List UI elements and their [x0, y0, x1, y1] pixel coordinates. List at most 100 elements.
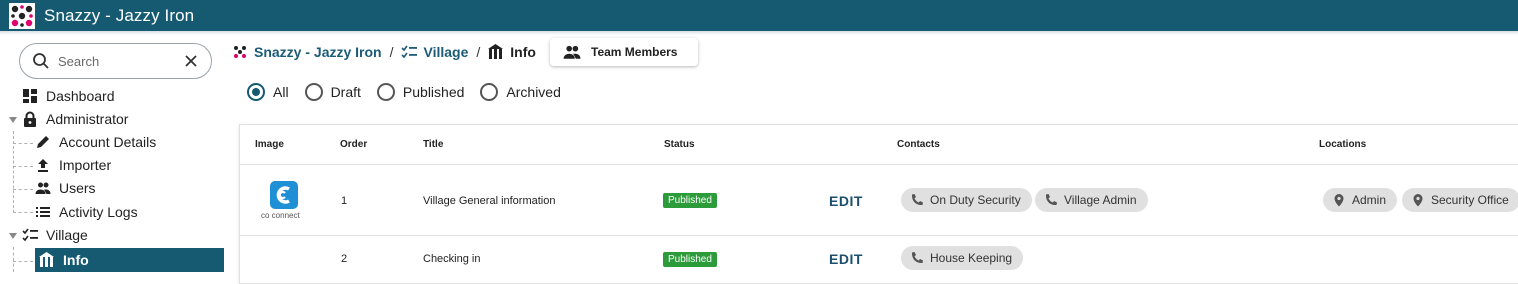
dashboard-icon [23, 89, 37, 103]
breadcrumb-separator: / [476, 44, 481, 60]
chip-label: Admin [1352, 193, 1387, 207]
sidebar-item-info[interactable]: Info [35, 248, 224, 272]
tree-connector [13, 212, 33, 213]
edit-button[interactable]: EDIT [829, 193, 863, 209]
location-chip[interactable]: Admin [1323, 188, 1398, 212]
sidebar-item-activity-logs[interactable]: Activity Logs [35, 201, 138, 223]
collapse-caret-icon[interactable] [9, 232, 17, 240]
search-input[interactable] [58, 53, 178, 69]
radio-selected-icon [247, 83, 265, 101]
breadcrumb-current: Info [488, 44, 536, 60]
topbar-shadow [0, 31, 1518, 35]
edit-button[interactable]: EDIT [829, 251, 863, 267]
sidebar-item-administrator[interactable]: Administrator [22, 108, 128, 130]
contact-chip[interactable]: House Keeping [901, 246, 1024, 270]
sidebar: Dashboard Administrator Account Details … [0, 35, 226, 272]
filter-label: Draft [330, 84, 361, 100]
sidebar-item-label: Administrator [46, 111, 129, 127]
sidebar-item-importer[interactable]: Importer [35, 154, 111, 176]
column-header-order[interactable]: Order [340, 139, 367, 150]
radio-unselected-icon [304, 83, 323, 101]
chip-label: House Keeping [930, 251, 1013, 265]
sidebar-item-dashboard[interactable]: Dashboard [22, 85, 115, 107]
people-icon [35, 182, 51, 194]
filter-label: Archived [506, 84, 561, 100]
collapse-caret-icon[interactable] [9, 116, 17, 124]
sidebar-item-label: Info [63, 252, 89, 268]
search-icon [33, 53, 49, 69]
tree-connector [13, 261, 33, 262]
column-header-contacts[interactable]: Contacts [897, 139, 940, 150]
row-title: Checking in [423, 253, 481, 265]
breadcrumb-root-label: Snazzy - Jazzy Iron [254, 44, 382, 60]
filter-radio-published[interactable]: Published [376, 83, 465, 101]
team-members-button[interactable]: Team Members [550, 38, 698, 66]
row-order: 1 [341, 195, 348, 207]
breadcrumb-village-link[interactable]: Village [401, 44, 468, 60]
breadcrumb-separator: / [389, 44, 394, 60]
tree-connector [13, 143, 33, 144]
filter-label: Published [402, 84, 465, 100]
breadcrumb-root-link[interactable]: Snazzy - Jazzy Iron [232, 44, 382, 60]
building-icon [488, 44, 504, 59]
pencil-icon [37, 136, 49, 148]
status-filter-group: All Draft Published Archived [247, 82, 577, 102]
sidebar-item-label: Importer [59, 157, 112, 173]
chip-label: On Duty Security [930, 193, 1021, 207]
location-chip[interactable]: Security Office [1402, 188, 1518, 212]
sidebar-item-label: Village [46, 227, 88, 243]
sidebar-item-users[interactable]: Users [35, 177, 96, 199]
column-header-locations[interactable]: Locations [1319, 139, 1366, 150]
breadcrumb-current-label: Info [510, 44, 536, 60]
contact-chip[interactable]: Village Admin [1035, 188, 1148, 212]
app-logo-icon [234, 46, 246, 58]
sidebar-item-label: Users [59, 180, 96, 196]
row-image: co connect [260, 181, 310, 221]
info-table: Image Order Title Status Contacts Locati… [239, 124, 1518, 284]
team-members-label: Team Members [591, 45, 678, 59]
sidebar-item-account-details[interactable]: Account Details [35, 131, 156, 153]
app-logo-icon [9, 2, 35, 29]
building-icon [39, 252, 54, 267]
location-pin-icon [1413, 194, 1423, 207]
column-header-title[interactable]: Title [423, 139, 443, 150]
image-caption: co connect [261, 211, 300, 220]
filter-radio-all[interactable]: All [247, 83, 289, 101]
checklist-icon [22, 228, 38, 242]
column-header-image[interactable]: Image [255, 139, 284, 150]
status-badge: Published [663, 193, 717, 208]
filter-label: All [273, 84, 289, 100]
list-icon [36, 207, 50, 217]
sidebar-item-label: Dashboard [46, 88, 115, 104]
location-pin-icon [1334, 194, 1344, 207]
tree-connector [13, 189, 33, 190]
sidebar-item-label: Account Details [59, 134, 157, 150]
sidebar-item-village[interactable]: Village [22, 224, 88, 246]
phone-icon [911, 194, 923, 206]
radio-unselected-icon [480, 83, 499, 101]
lock-icon [24, 111, 36, 127]
row-title: Village General information [423, 195, 556, 207]
checklist-icon [401, 45, 418, 59]
header-divider [240, 164, 1518, 165]
top-app-bar: Snazzy - Jazzy Iron [0, 0, 1518, 31]
phone-icon [911, 252, 923, 264]
radio-unselected-icon [376, 83, 395, 101]
chip-label: Village Admin [1064, 193, 1137, 207]
close-icon[interactable] [183, 53, 199, 69]
breadcrumb-village-label: Village [423, 44, 469, 60]
people-icon [563, 45, 581, 59]
row-divider [240, 235, 1518, 236]
row-order: 2 [341, 253, 348, 265]
phone-icon [1045, 194, 1057, 206]
tree-connector [13, 247, 14, 272]
breadcrumb: Snazzy - Jazzy Iron / Village / Info [232, 38, 536, 66]
filter-radio-draft[interactable]: Draft [304, 83, 361, 101]
column-header-status[interactable]: Status [664, 139, 695, 150]
contact-chip[interactable]: On Duty Security [901, 188, 1032, 212]
sidebar-search[interactable] [19, 43, 212, 79]
filter-radio-archived[interactable]: Archived [480, 83, 561, 101]
app-title: Snazzy - Jazzy Iron [44, 5, 195, 25]
sidebar-item-label: Activity Logs [59, 204, 138, 220]
chip-label: Security Office [1431, 193, 1509, 207]
